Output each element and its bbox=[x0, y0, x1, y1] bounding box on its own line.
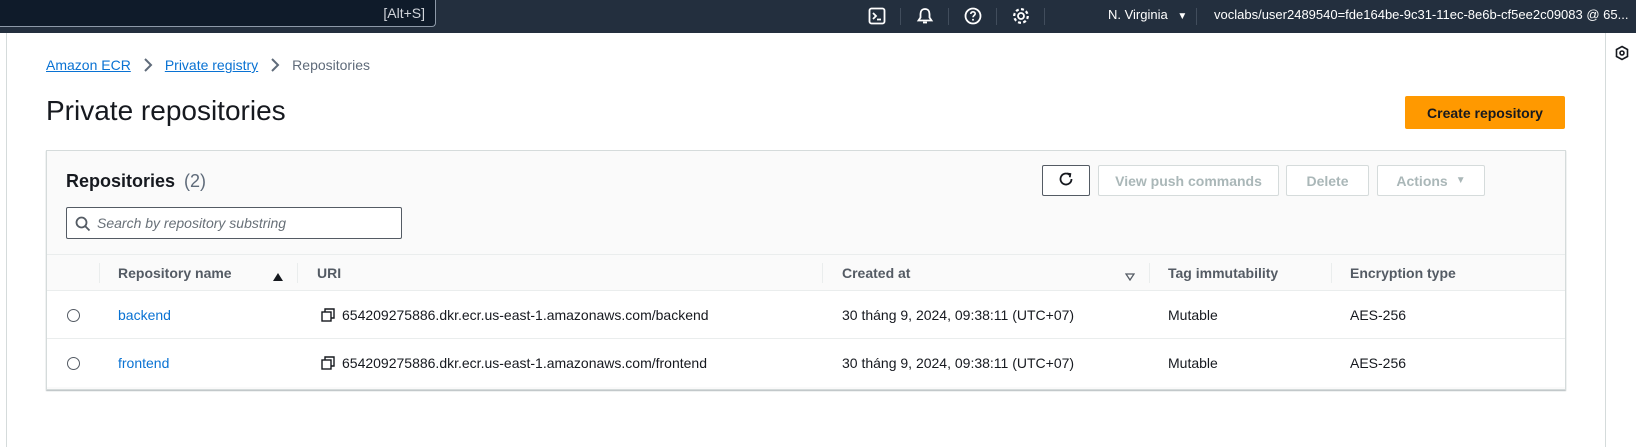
repository-uri: 654209275886.dkr.ecr.us-east-1.amazonaws… bbox=[342, 307, 709, 323]
search-shortcut-hint: [Alt+S] bbox=[383, 5, 425, 21]
column-divider bbox=[297, 263, 298, 283]
column-header-repository-name[interactable]: Repository name bbox=[118, 265, 232, 281]
chevron-right-icon bbox=[143, 58, 153, 72]
repository-name-link[interactable]: backend bbox=[118, 307, 171, 323]
row-select-radio[interactable] bbox=[67, 309, 80, 322]
nav-divider bbox=[996, 8, 997, 25]
create-repository-button[interactable]: Create repository bbox=[1405, 96, 1565, 129]
table-row: frontend 654209275886.dkr.ecr.us-east-1.… bbox=[47, 339, 1565, 387]
nav-divider bbox=[1196, 8, 1197, 25]
chevron-down-icon: ▼ bbox=[1177, 11, 1188, 22]
repositories-header: Repositories (2) bbox=[66, 171, 206, 192]
actions-button[interactable]: Actions ▼ bbox=[1377, 165, 1485, 196]
chevron-right-icon bbox=[270, 58, 280, 72]
nav-divider bbox=[1044, 8, 1045, 25]
help-icon[interactable] bbox=[960, 3, 986, 29]
row-select-radio[interactable] bbox=[67, 357, 80, 370]
notifications-icon[interactable] bbox=[912, 3, 938, 29]
delete-button[interactable]: Delete bbox=[1286, 165, 1369, 196]
region-label: N. Virginia bbox=[1108, 7, 1168, 22]
sort-ascending-icon[interactable] bbox=[273, 268, 283, 286]
copy-icon[interactable] bbox=[321, 356, 335, 375]
sort-descending-icon[interactable] bbox=[1124, 268, 1136, 286]
repositories-container: Repositories (2) View push commands Dele… bbox=[46, 150, 1566, 390]
breadcrumb-current: Repositories bbox=[292, 57, 370, 73]
cloudshell-icon[interactable] bbox=[864, 3, 890, 29]
encryption-type: AES-256 bbox=[1350, 355, 1407, 371]
tag-immutability: Mutable bbox=[1168, 307, 1218, 323]
content-panel: Amazon ECR Private registry Repositories… bbox=[7, 33, 1605, 447]
top-navigation: [Alt+S] N. Virginia ▼ voclabs/user248954… bbox=[0, 0, 1636, 33]
tag-immutability: Mutable bbox=[1168, 355, 1218, 371]
column-header-tag-immutability[interactable]: Tag immutability bbox=[1168, 265, 1278, 281]
breadcrumb: Amazon ECR Private registry Repositories bbox=[46, 57, 370, 73]
table-row: backend 654209275886.dkr.ecr.us-east-1.a… bbox=[47, 291, 1565, 339]
breadcrumb-private-registry[interactable]: Private registry bbox=[165, 57, 258, 73]
repository-search-input[interactable] bbox=[97, 213, 387, 233]
right-tools-rail bbox=[1605, 33, 1636, 447]
encryption-type: AES-256 bbox=[1350, 307, 1407, 323]
column-header-uri[interactable]: URI bbox=[317, 265, 341, 281]
column-header-created-at[interactable]: Created at bbox=[842, 265, 910, 281]
copy-icon[interactable] bbox=[321, 308, 335, 327]
column-divider bbox=[99, 263, 100, 283]
repositories-title: Repositories bbox=[66, 171, 176, 191]
repository-uri: 654209275886.dkr.ecr.us-east-1.amazonaws… bbox=[342, 355, 708, 371]
actions-label: Actions bbox=[1396, 172, 1448, 189]
column-divider bbox=[822, 263, 823, 283]
column-divider bbox=[1149, 263, 1150, 283]
column-divider bbox=[1331, 263, 1332, 283]
refresh-icon bbox=[1057, 170, 1075, 191]
info-panel-icon[interactable] bbox=[1614, 45, 1630, 66]
view-push-commands-button[interactable]: View push commands bbox=[1098, 165, 1279, 196]
main-content: Amazon ECR Private registry Repositories… bbox=[7, 33, 1605, 447]
created-at: 30 tháng 9, 2024, 09:38:11 (UTC+07) bbox=[842, 355, 1075, 371]
search-icon bbox=[75, 216, 91, 237]
breadcrumb-amazon-ecr[interactable]: Amazon ECR bbox=[46, 57, 131, 73]
account-menu[interactable]: voclabs/user2489540=fde164be-9c31-11ec-8… bbox=[1214, 7, 1636, 22]
nav-divider bbox=[900, 8, 901, 25]
region-selector[interactable]: N. Virginia ▼ bbox=[1108, 7, 1187, 22]
repository-name-link[interactable]: frontend bbox=[118, 355, 169, 371]
repository-search bbox=[66, 207, 402, 239]
settings-icon[interactable] bbox=[1008, 3, 1034, 29]
column-header-encryption-type[interactable]: Encryption type bbox=[1350, 265, 1456, 281]
refresh-button[interactable] bbox=[1042, 165, 1090, 196]
table-header: Repository name URI Created at Tag immut… bbox=[47, 254, 1565, 291]
account-label: voclabs/user2489540=fde164be-9c31-11ec-8… bbox=[1214, 7, 1629, 22]
nav-divider bbox=[948, 8, 949, 25]
global-search-box[interactable]: [Alt+S] bbox=[0, 0, 436, 27]
repositories-count: (2) bbox=[184, 171, 207, 191]
repositories-table: Repository name URI Created at Tag immut… bbox=[47, 254, 1565, 387]
created-at: 30 tháng 9, 2024, 09:38:11 (UTC+07) bbox=[842, 307, 1075, 323]
page-title: Private repositories bbox=[46, 95, 286, 126]
caret-down-icon: ▼ bbox=[1455, 175, 1466, 186]
